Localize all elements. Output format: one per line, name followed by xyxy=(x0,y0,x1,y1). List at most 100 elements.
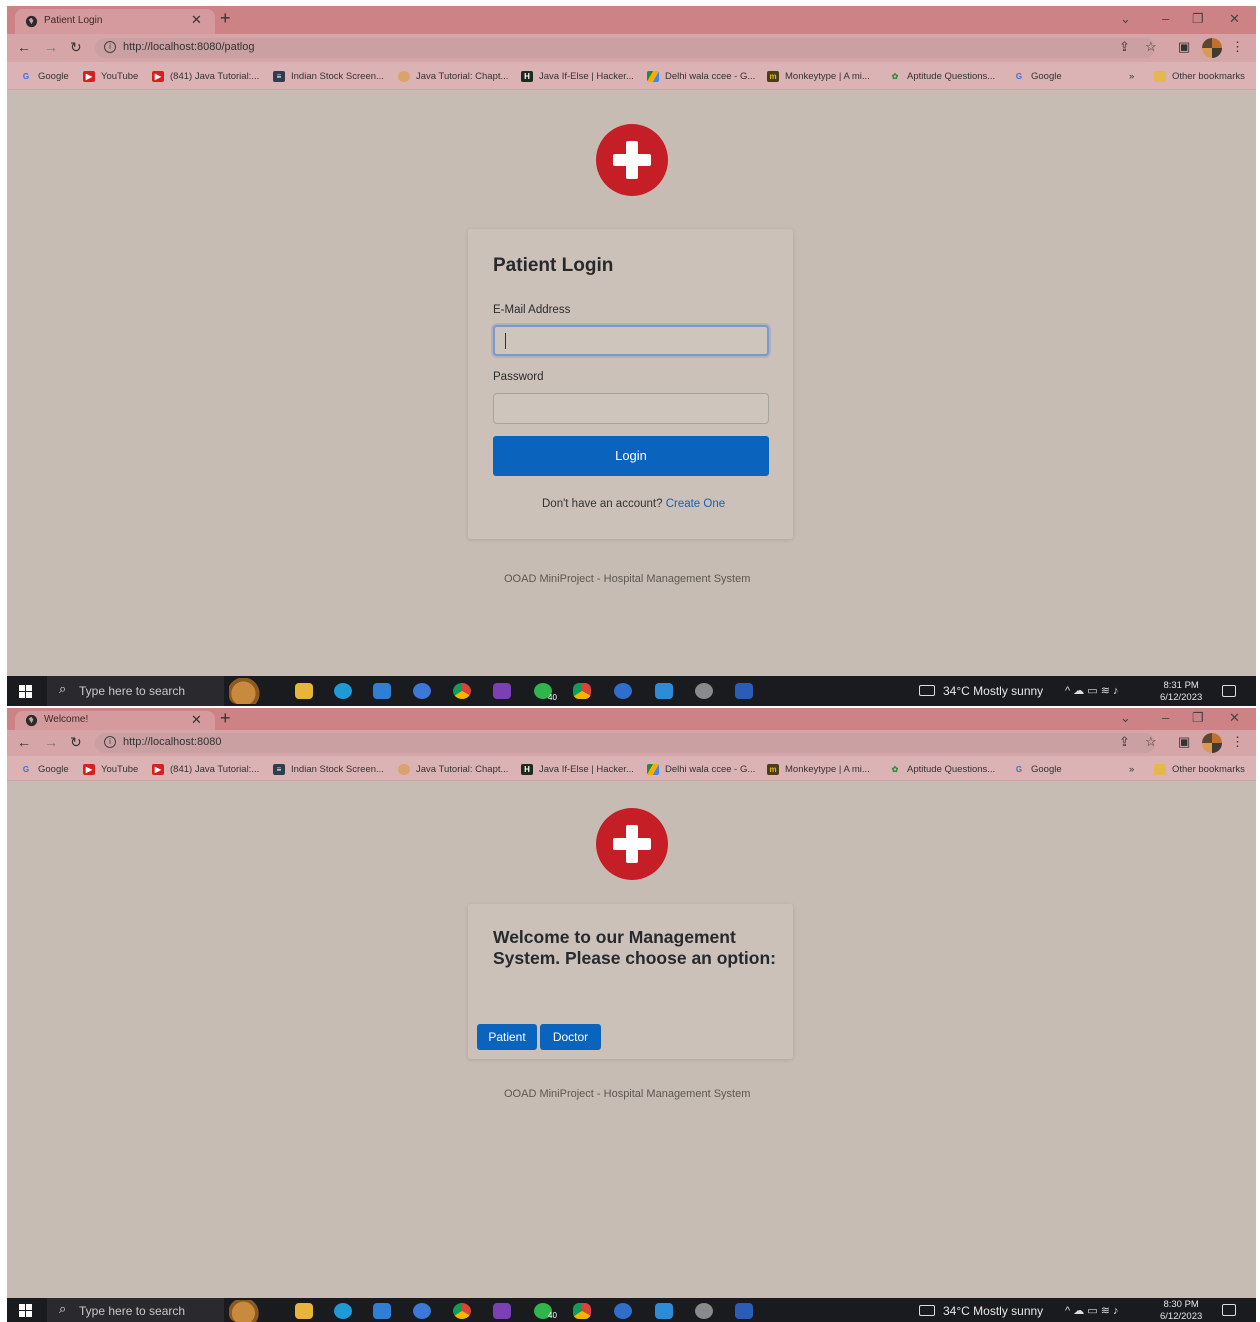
profile-avatar-icon[interactable] xyxy=(1202,38,1222,58)
bookmark-item[interactable]: ≡ Indian Stock Screen... xyxy=(273,69,384,83)
browser-tab[interactable]: Welcome! ✕ xyxy=(15,711,215,730)
back-icon[interactable]: ← xyxy=(17,39,31,55)
settings-gear-icon[interactable] xyxy=(695,683,713,699)
word-icon[interactable] xyxy=(735,683,753,699)
info-icon[interactable]: i xyxy=(104,41,116,53)
close-window-icon[interactable]: ✕ xyxy=(1229,11,1240,27)
chrome-profile-icon[interactable] xyxy=(573,1303,591,1319)
widgets-cat-icon[interactable] xyxy=(229,1300,265,1322)
close-tab-icon[interactable]: ✕ xyxy=(191,712,202,728)
tab-search-icon[interactable]: ⌄ xyxy=(1120,11,1131,27)
settings-gear-icon[interactable] xyxy=(695,1303,713,1319)
chrome-icon[interactable] xyxy=(453,1303,471,1319)
bookmark-item[interactable]: Java Tutorial: Chapt... xyxy=(398,69,508,83)
bookmark-item[interactable]: ▶ YouTube xyxy=(83,69,138,83)
taskbar-search-box[interactable]: ⌕ Type here to search xyxy=(47,676,224,706)
address-bar[interactable]: i http://localhost:8080/patlog xyxy=(95,38,1155,58)
doctor-button[interactable]: Doctor xyxy=(540,1024,601,1050)
minimize-icon[interactable]: – xyxy=(1162,11,1169,26)
word-icon[interactable] xyxy=(735,1303,753,1319)
widgets-cat-icon[interactable] xyxy=(229,678,265,704)
bookmark-item[interactable]: ≡ Indian Stock Screen... xyxy=(273,762,384,776)
edge-browser-icon[interactable] xyxy=(334,1303,352,1319)
mail-icon[interactable] xyxy=(373,683,391,699)
telegram-icon[interactable] xyxy=(614,683,632,699)
other-bookmarks[interactable]: Other bookmarks xyxy=(1154,762,1245,776)
password-field[interactable] xyxy=(493,393,769,424)
bookmark-star-icon[interactable]: ☆ xyxy=(1145,734,1157,750)
weather-widget[interactable]: 34°C Mostly sunny xyxy=(919,1304,1043,1318)
menu-kebab-icon[interactable]: ⋮ xyxy=(1231,734,1244,750)
system-tray-icons[interactable]: ^ ☁ ▭ ≋ ♪ xyxy=(1065,1304,1119,1317)
chrome-profile-icon[interactable] xyxy=(573,683,591,699)
taskbar-clock[interactable]: 8:30 PM 6/12/2023 xyxy=(1160,1299,1202,1322)
notification-icon[interactable] xyxy=(1222,1304,1236,1316)
close-tab-icon[interactable]: ✕ xyxy=(191,12,202,28)
windows-start-icon[interactable] xyxy=(19,685,32,698)
bookmark-item[interactable]: ▶ (841) Java Tutorial:... xyxy=(152,69,259,83)
close-window-icon[interactable]: ✕ xyxy=(1229,710,1240,726)
media-player-icon[interactable] xyxy=(413,683,431,699)
bookmark-item[interactable]: H Java If-Else | Hacker... xyxy=(521,69,634,83)
bookmark-item[interactable]: G Google xyxy=(1013,69,1062,83)
restore-icon[interactable]: ❐ xyxy=(1192,710,1204,726)
taskbar-search-box[interactable]: ⌕ Type here to search xyxy=(47,1298,224,1322)
bookmarks-overflow-icon[interactable]: » xyxy=(1129,69,1134,83)
share-icon[interactable]: ⇪ xyxy=(1119,39,1130,55)
weather-widget[interactable]: 34°C Mostly sunny xyxy=(919,684,1043,698)
bookmark-item[interactable]: ▶ YouTube xyxy=(83,762,138,776)
file-explorer-icon[interactable] xyxy=(295,683,313,699)
reload-icon[interactable]: ↻ xyxy=(70,39,82,56)
bookmark-item[interactable]: ✿ Aptitude Questions... xyxy=(889,762,996,776)
edge-browser-icon[interactable] xyxy=(334,683,352,699)
forward-icon[interactable]: → xyxy=(44,734,58,750)
other-bookmarks[interactable]: Other bookmarks xyxy=(1154,69,1245,83)
telegram-icon[interactable] xyxy=(614,1303,632,1319)
create-account-link[interactable]: Create One xyxy=(666,498,725,510)
bookmarks-overflow-icon[interactable]: » xyxy=(1129,762,1134,776)
bookmark-item[interactable]: ▶ (841) Java Tutorial:... xyxy=(152,762,259,776)
login-button[interactable]: Login xyxy=(493,436,769,476)
forward-icon[interactable]: → xyxy=(44,39,58,55)
onenote-icon[interactable] xyxy=(493,683,511,699)
address-bar[interactable]: i http://localhost:8080 xyxy=(95,733,1155,753)
patient-button[interactable]: Patient xyxy=(477,1024,537,1050)
side-panel-icon[interactable]: ▣ xyxy=(1178,734,1190,750)
notification-icon[interactable] xyxy=(1222,685,1236,697)
share-icon[interactable]: ⇪ xyxy=(1119,734,1130,750)
bookmark-star-icon[interactable]: ☆ xyxy=(1145,39,1157,55)
new-tab-icon[interactable]: + xyxy=(220,708,231,729)
vscode-icon[interactable] xyxy=(655,683,673,699)
onenote-icon[interactable] xyxy=(493,1303,511,1319)
email-field[interactable] xyxy=(493,325,769,356)
back-icon[interactable]: ← xyxy=(17,734,31,750)
bookmark-item[interactable]: Delhi wala ccee - G... xyxy=(647,762,755,776)
bookmark-item[interactable]: ✿ Aptitude Questions... xyxy=(889,69,996,83)
restore-icon[interactable]: ❐ xyxy=(1192,11,1204,27)
minimize-icon[interactable]: – xyxy=(1162,710,1169,725)
taskbar-clock[interactable]: 8:31 PM 6/12/2023 xyxy=(1160,680,1202,704)
info-icon[interactable]: i xyxy=(104,736,116,748)
profile-avatar-icon[interactable] xyxy=(1202,733,1222,753)
new-tab-icon[interactable]: + xyxy=(220,8,231,29)
tab-search-icon[interactable]: ⌄ xyxy=(1120,710,1131,726)
bookmark-item[interactable]: G Google xyxy=(1013,762,1062,776)
media-player-icon[interactable] xyxy=(413,1303,431,1319)
bookmark-item[interactable]: G Google xyxy=(20,69,69,83)
vscode-icon[interactable] xyxy=(655,1303,673,1319)
bookmark-item[interactable]: m Monkeytype | A mi... xyxy=(767,762,870,776)
bookmark-item[interactable]: m Monkeytype | A mi... xyxy=(767,69,870,83)
browser-tab[interactable]: Patient Login ✕ xyxy=(15,9,215,34)
file-explorer-icon[interactable] xyxy=(295,1303,313,1319)
system-tray-icons[interactable]: ^ ☁ ▭ ≋ ♪ xyxy=(1065,684,1119,697)
windows-start-icon[interactable] xyxy=(19,1304,32,1317)
bookmark-item[interactable]: Java Tutorial: Chapt... xyxy=(398,762,508,776)
menu-kebab-icon[interactable]: ⋮ xyxy=(1231,39,1244,55)
side-panel-icon[interactable]: ▣ xyxy=(1178,39,1190,55)
chrome-icon[interactable] xyxy=(453,683,471,699)
bookmark-item[interactable]: H Java If-Else | Hacker... xyxy=(521,762,634,776)
bookmark-item[interactable]: G Google xyxy=(20,762,69,776)
reload-icon[interactable]: ↻ xyxy=(70,734,82,751)
mail-icon[interactable] xyxy=(373,1303,391,1319)
bookmark-item[interactable]: Delhi wala ccee - G... xyxy=(647,69,755,83)
